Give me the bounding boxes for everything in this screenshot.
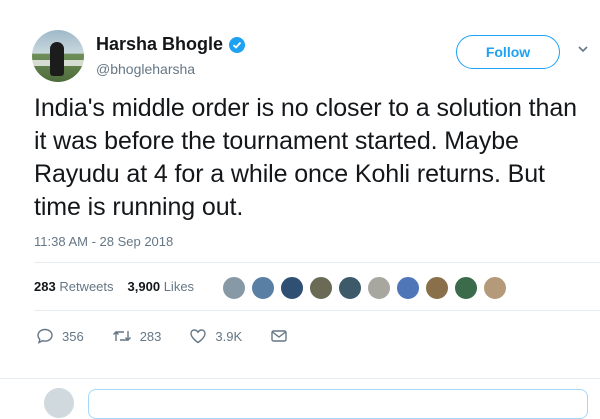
chevron-down-icon[interactable]	[578, 44, 588, 54]
tweet-timestamp[interactable]: 11:38 AM - 28 Sep 2018	[34, 234, 173, 249]
liker-avatars	[222, 276, 507, 300]
reply-icon	[37, 328, 53, 344]
tweet-actions: 356 283 3.9K	[36, 327, 316, 345]
likes-stat[interactable]: 3,900 Likes	[128, 279, 195, 294]
retweet-icon	[112, 331, 131, 341]
retweet-action[interactable]: 283	[112, 327, 162, 345]
user-name[interactable]: Harsha Bhogle	[96, 34, 246, 55]
likes-count: 3,900	[127, 279, 161, 294]
current-user-avatar	[44, 388, 74, 418]
liker-avatar[interactable]	[367, 276, 391, 300]
profile-avatar[interactable]	[32, 30, 84, 82]
likes-label: Likes	[163, 279, 195, 294]
liker-avatar[interactable]	[309, 276, 333, 300]
reply-input[interactable]	[88, 389, 588, 419]
liker-avatar[interactable]	[222, 276, 246, 300]
user-handle[interactable]: @bhogleharsha	[96, 61, 195, 77]
direct-message-action[interactable]	[270, 328, 288, 344]
liker-avatar[interactable]	[338, 276, 362, 300]
liker-avatar[interactable]	[251, 276, 275, 300]
reply-action[interactable]: 356	[36, 327, 84, 345]
liker-avatar[interactable]	[280, 276, 304, 300]
like-count: 3.9K	[215, 328, 243, 344]
retweets-count: 283	[34, 279, 56, 294]
follow-button[interactable]: Follow	[456, 35, 560, 69]
liker-avatar[interactable]	[454, 276, 478, 300]
divider	[0, 378, 600, 379]
retweets-label: Retweets	[59, 279, 114, 294]
verified-badge-icon	[229, 36, 246, 53]
envelope-icon	[271, 330, 287, 342]
like-action[interactable]: 3.9K	[189, 327, 242, 345]
retweet-count: 283	[139, 328, 162, 344]
liker-avatar[interactable]	[425, 276, 449, 300]
reply-count: 356	[62, 328, 84, 344]
display-name[interactable]: Harsha Bhogle	[96, 34, 223, 55]
retweets-stat[interactable]: 283 Retweets	[34, 279, 114, 294]
tweet-stats: 283 Retweets 3,900 Likes	[34, 279, 194, 294]
liker-avatar[interactable]	[396, 276, 420, 300]
tweet-text: India's middle order is no closer to a s…	[34, 94, 577, 221]
divider	[34, 262, 600, 263]
divider	[34, 310, 600, 311]
avatar-figure	[50, 42, 64, 76]
heart-icon	[190, 329, 207, 344]
liker-avatar[interactable]	[483, 276, 507, 300]
